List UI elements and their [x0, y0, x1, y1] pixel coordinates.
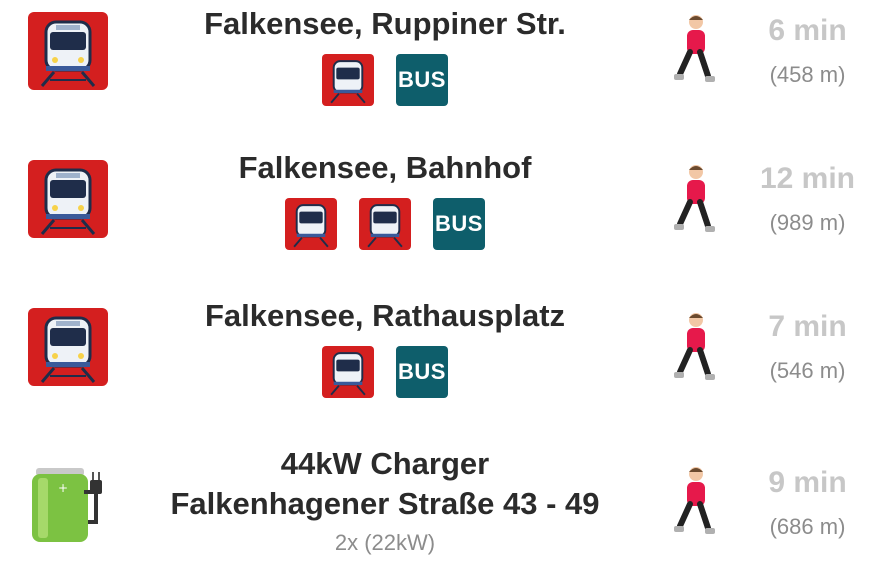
train-mode-icon [322, 346, 374, 398]
battery-charger-icon: + [28, 462, 108, 542]
bus-mode-icon: BUS [433, 198, 485, 250]
walking-person-icon [672, 164, 718, 240]
place-title: 44kW Charger [280, 446, 490, 481]
transport-modes: BUS [150, 54, 620, 106]
walk-time: 7 min [768, 310, 847, 343]
bus-mode-icon: BUS [396, 346, 448, 398]
place-title: Falkensee, Rathausplatz [204, 298, 566, 333]
place-title: Falkensee, Ruppiner Str. [204, 6, 566, 41]
walk-time: 6 min [768, 14, 847, 47]
walking-person-icon [672, 14, 718, 90]
train-mode-icon [322, 54, 374, 106]
walk-distance: (458 m) [769, 62, 846, 87]
place-address: Falkenhagener Straße 43 - 49 [170, 486, 600, 521]
walking-person-icon [672, 312, 718, 388]
walk-time: 9 min [768, 466, 847, 499]
walk-time: 12 min [759, 162, 856, 195]
transport-modes: BUS [150, 346, 620, 398]
train-icon [28, 308, 108, 386]
walk-distance: (546 m) [769, 358, 846, 383]
train-mode-icon [359, 198, 411, 250]
bus-mode-icon: BUS [396, 54, 448, 106]
train-icon [28, 160, 108, 238]
walk-distance: (686 m) [769, 514, 846, 539]
charger-details: 2x (22kW) [334, 530, 436, 555]
train-mode-icon [285, 198, 337, 250]
train-icon [28, 12, 108, 90]
place-title: Falkensee, Bahnhof [238, 150, 532, 185]
walk-distance: (989 m) [769, 210, 846, 235]
svg-text:+: + [58, 481, 68, 495]
walking-person-icon [672, 466, 718, 542]
transport-modes: BUS [150, 198, 620, 250]
